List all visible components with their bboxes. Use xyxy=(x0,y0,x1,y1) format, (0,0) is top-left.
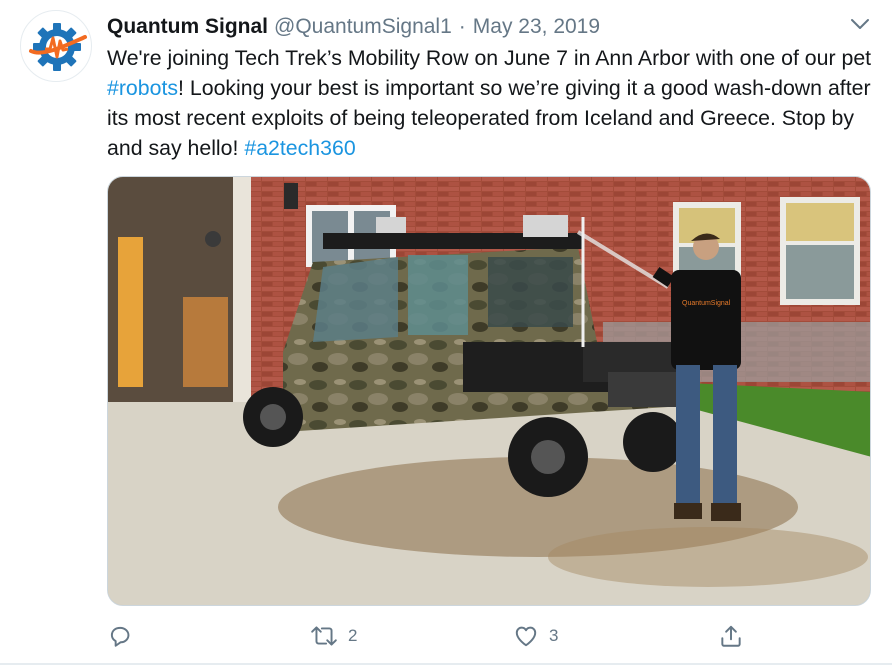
share-button[interactable] xyxy=(718,620,744,652)
hashtag-robots-link[interactable]: #robots xyxy=(107,76,178,100)
tweet-actions: 2 3 xyxy=(107,620,747,652)
tweet-text-part1: We're joining Tech Trek’s Mobility Row o… xyxy=(107,46,872,70)
reply-button[interactable] xyxy=(107,620,133,652)
shirt-logo-text: QuantumSignal xyxy=(682,300,731,307)
tweet-text-part2: ! Looking your best is important so we’r… xyxy=(107,76,871,160)
header-separator: · xyxy=(458,15,466,38)
tweet-date[interactable]: May 23, 2019 xyxy=(473,13,600,41)
tweet[interactable]: Quantum Signal @QuantumSignal1 · May 23,… xyxy=(0,0,892,665)
avatar[interactable] xyxy=(20,10,92,82)
like-icon xyxy=(515,626,537,647)
quantum-signal-logo-icon xyxy=(29,23,87,71)
hashtag-a2tech360-link[interactable]: #a2tech360 xyxy=(244,136,355,160)
author-display-name[interactable]: Quantum Signal xyxy=(107,13,268,41)
like-button[interactable]: 3 xyxy=(513,620,558,652)
author-handle[interactable]: @QuantumSignal1 xyxy=(274,13,452,41)
chevron-down-icon xyxy=(851,19,869,29)
retweet-count: 2 xyxy=(348,626,358,645)
photo-utility-vehicle-washing: QuantumSignal xyxy=(108,177,870,605)
tweet-header: Quantum Signal @QuantumSignal1 · May 23,… xyxy=(107,13,600,41)
retweet-icon xyxy=(311,626,337,646)
more-options-caret[interactable] xyxy=(848,12,872,36)
like-count: 3 xyxy=(549,626,559,645)
retweet-button[interactable]: 2 xyxy=(310,620,357,652)
tweet-photo[interactable]: QuantumSignal xyxy=(107,176,871,606)
reply-icon xyxy=(110,626,130,647)
tweet-text: We're joining Tech Trek’s Mobility Row o… xyxy=(107,43,877,163)
share-icon xyxy=(721,625,741,647)
